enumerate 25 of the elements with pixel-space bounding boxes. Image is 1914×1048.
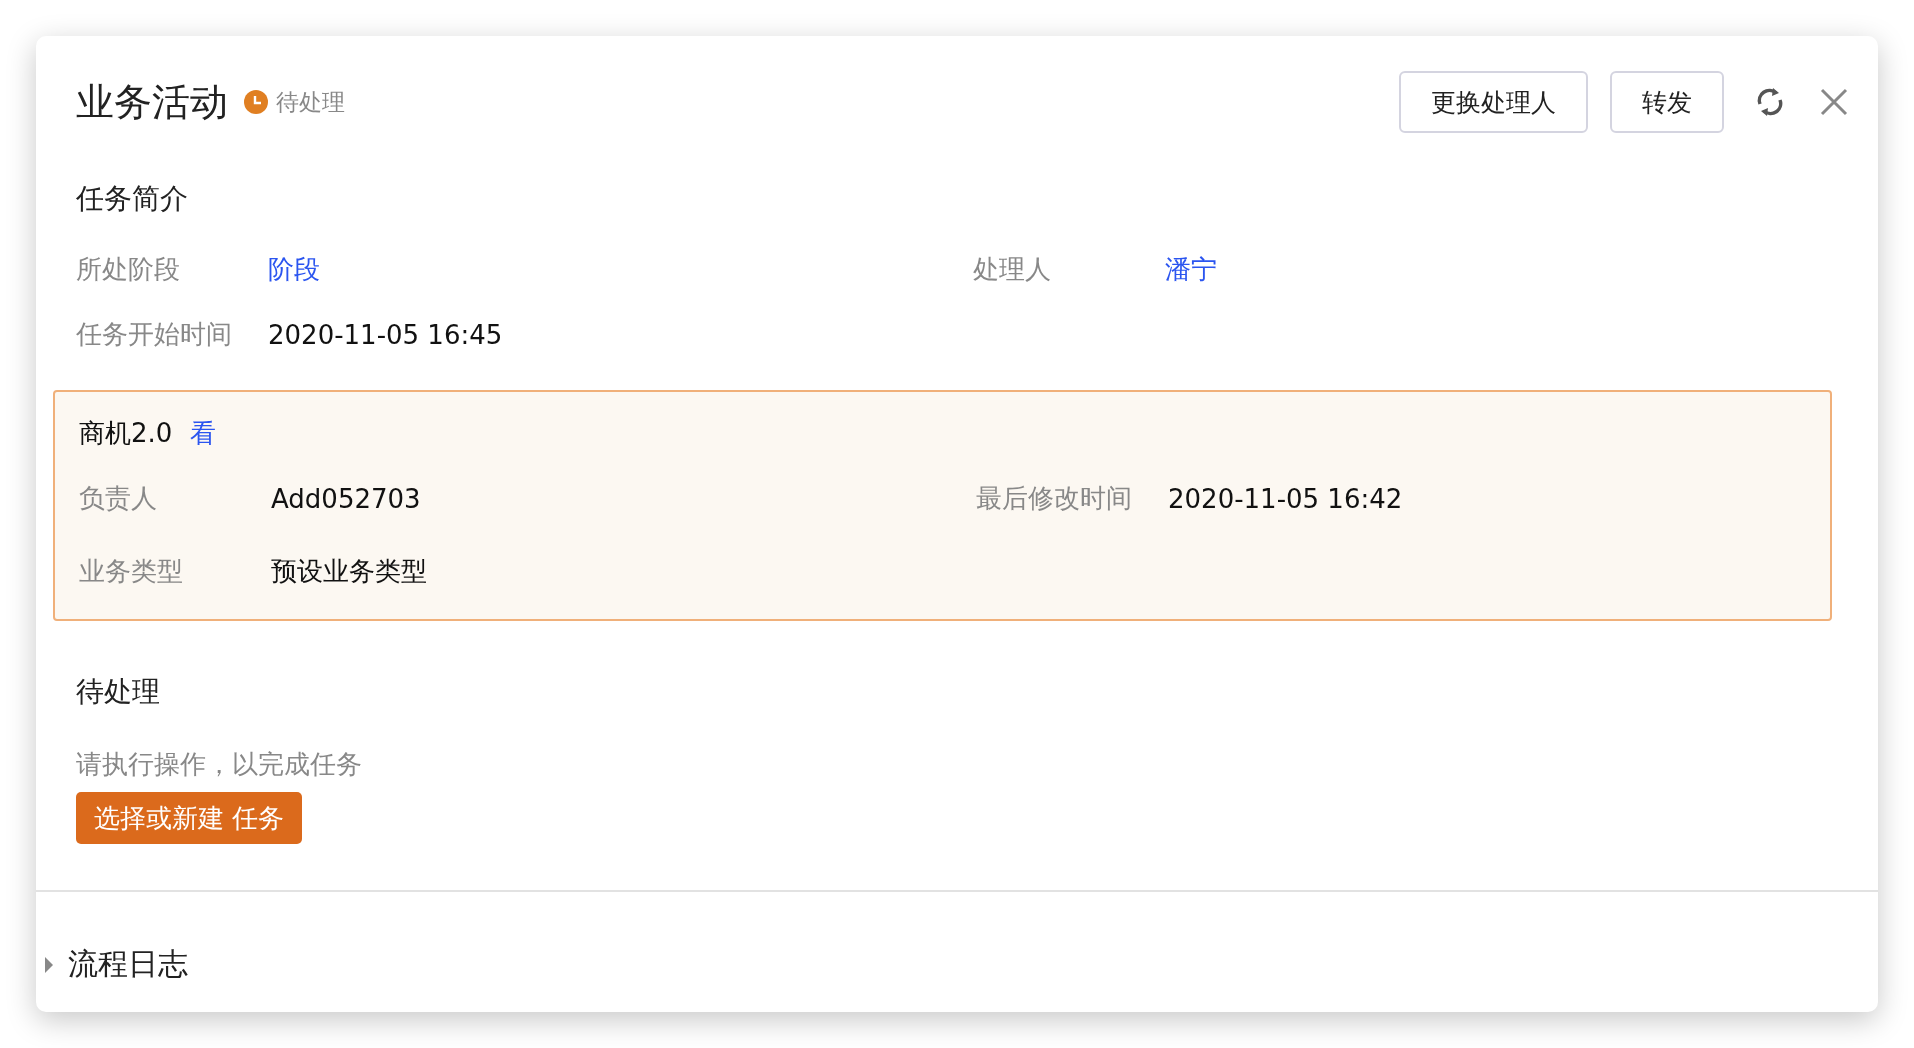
field-label: 所处阶段 (76, 253, 181, 286)
field-value: 2020-11-05 16:45 (268, 319, 504, 350)
header-button[interactable]: 转发 (1610, 71, 1724, 133)
field-label: 任务开始时间 (76, 318, 233, 351)
section-title: 任务简介 (76, 181, 189, 217)
clock-icon (244, 90, 268, 114)
hint-text: 请执行操作，以完成任务 (76, 748, 363, 781)
section-title: 待处理 (76, 674, 161, 710)
section-title: 流程日志 (68, 945, 188, 983)
field-value: Add052703 (271, 483, 422, 514)
window-title: 业务活动 (76, 78, 228, 126)
status-label: 待处理 (276, 87, 345, 117)
header-button[interactable]: 更换处理人 (1399, 71, 1588, 133)
field-label: 最后修改时间 (976, 482, 1133, 515)
field-label: 负责人 (79, 482, 158, 515)
field-label: 处理人 (973, 253, 1052, 286)
field-link[interactable]: 潘宁 (1165, 252, 1878, 287)
field-value: 2020-11-05 16:42 (1168, 483, 1404, 514)
field-value: 预设业务类型 (271, 555, 428, 588)
field-label: 业务类型 (79, 555, 184, 588)
caret-right-icon[interactable] (44, 956, 54, 973)
action-button[interactable]: 选择或新建 任务 (76, 792, 303, 844)
view-link[interactable]: 看 (190, 416, 217, 451)
record-title: 商机2.0 (79, 417, 173, 450)
field-link[interactable]: 阶段 (268, 252, 973, 287)
